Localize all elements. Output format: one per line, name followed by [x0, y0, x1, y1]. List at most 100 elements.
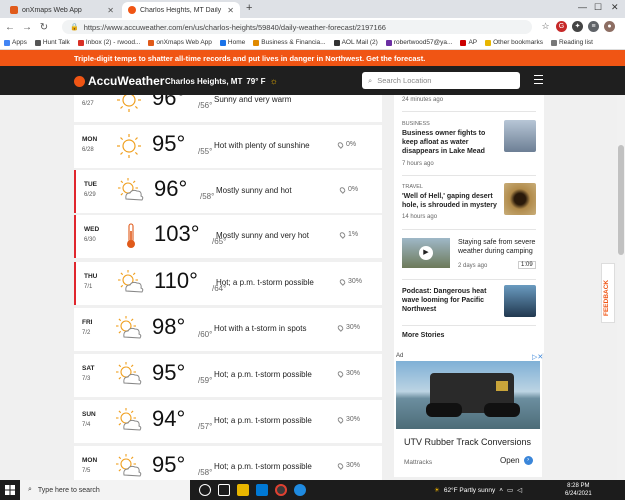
bookmark-label: Inbox (2) - rwood...: [85, 39, 141, 46]
precip-value: 30%: [346, 462, 361, 469]
high-temp: 95°: [152, 360, 186, 385]
browser-tab-accuweather[interactable]: Charlos Heights, MT Daily Weathe ✕: [122, 2, 240, 18]
precip-chance: 0%: [336, 140, 356, 149]
bookmark-favicon-icon: [485, 39, 492, 46]
cortana-icon[interactable]: [199, 484, 211, 496]
taskbar-clock[interactable]: 8:28 PM 6/24/2021: [565, 482, 592, 498]
bookmark-label: Other bookmarks: [493, 39, 543, 46]
forecast-day-row[interactable]: SAT 7/3 95° /59° Hot; a p.m. t-storm possibl…: [74, 354, 382, 397]
scrollbar-thumb[interactable]: [618, 145, 624, 255]
clock-date: 6/24/2021: [565, 491, 592, 497]
feedback-tab[interactable]: FEEDBACK: [601, 263, 615, 323]
browser-tab-onxmaps[interactable]: onXmaps Web App ✕: [4, 2, 120, 18]
extension-icon[interactable]: G: [556, 21, 567, 32]
back-icon[interactable]: ←: [3, 22, 17, 33]
bookmark-item[interactable]: Business & Financia...: [253, 39, 326, 46]
current-location[interactable]: Charlos Heights, MT 79° F ☼: [165, 76, 278, 86]
forward-icon[interactable]: →: [20, 22, 34, 33]
more-stories-link[interactable]: More Stories: [402, 332, 444, 339]
day-name: MON: [82, 136, 98, 143]
reload-icon[interactable]: ↻: [37, 22, 51, 33]
edge-icon[interactable]: [294, 484, 306, 496]
advertisement[interactable]: Ad ▷✕ UTV Rubber Track Conversions Mattr…: [394, 353, 543, 477]
new-tab-icon[interactable]: +: [246, 2, 252, 14]
volume-icon[interactable]: ◁: [517, 486, 522, 494]
bookmark-item[interactable]: AP: [460, 39, 477, 46]
menu-kebab-icon[interactable]: ⋮: [620, 21, 625, 32]
forecast-day-row[interactable]: WED 6/30 103°/65° Mostly sunny and very hot…: [74, 215, 382, 258]
search-icon: ⌕: [368, 75, 373, 85]
low-temp: /58°: [200, 192, 215, 201]
play-icon[interactable]: ▶: [419, 246, 433, 260]
bookmark-item[interactable]: Hunt Talk: [34, 39, 70, 46]
bookmark-label: Reading list: [558, 39, 593, 46]
video-thumbnail[interactable]: ▶: [402, 238, 450, 268]
divider: [402, 175, 536, 176]
low-temp: /60°: [198, 330, 213, 339]
file-explorer-icon[interactable]: [237, 484, 249, 496]
story-thumbnail[interactable]: [504, 183, 536, 215]
bookmark-item[interactable]: Apps: [4, 39, 27, 46]
bookmarks-bar: Apps Hunt Talk Inbox (2) - rwood... onXmaps…: [0, 36, 625, 50]
ad-title[interactable]: UTV Rubber Track Conversions: [404, 437, 531, 447]
ad-open-button[interactable]: Open ›: [500, 456, 533, 465]
day-name: MON: [82, 457, 98, 464]
forecast-day-row[interactable]: FRI 7/2 98° /60° Hot with a t-storm in spots…: [74, 308, 382, 351]
bookmark-item[interactable]: robertwood57@ya...: [385, 39, 452, 46]
maximize-icon[interactable]: ☐: [594, 2, 602, 13]
alert-banner[interactable]: Triple-digit temps to shatter all-time r…: [0, 50, 625, 66]
reading-mode-icon[interactable]: ≡: [588, 21, 599, 32]
bookmark-item[interactable]: Home: [219, 39, 245, 46]
close-window-icon[interactable]: ✕: [611, 2, 619, 13]
minimize-icon[interactable]: —: [578, 2, 587, 12]
location-search-input[interactable]: ⌕ Search Location: [362, 72, 520, 89]
story-headline[interactable]: Business owner fights to keep afloat as …: [402, 129, 502, 156]
forecast-day-row[interactable]: MON 7/5 95° /58° Hot; a p.m. t-storm possibl…: [74, 446, 382, 480]
current-temp: 79° F: [246, 76, 266, 86]
partly-sunny-icon: [114, 453, 144, 480]
forecast-day-row[interactable]: TUE 6/29 96° /58° Mostly sunny and hot 0%: [74, 170, 382, 213]
page-scrollbar[interactable]: [617, 95, 625, 480]
day-name: THU: [84, 273, 98, 280]
chrome-icon[interactable]: [275, 484, 287, 496]
bookmark-item[interactable]: AOL Mail (2): [333, 39, 378, 46]
close-tab-icon[interactable]: ✕: [227, 6, 234, 15]
bookmark-favicon-icon: [333, 39, 340, 46]
hamburger-menu-icon[interactable]: [534, 75, 543, 87]
bookmark-star-icon[interactable]: ☆: [540, 21, 551, 32]
windows-start-icon[interactable]: [0, 480, 20, 500]
story-thumbnail[interactable]: [504, 120, 536, 152]
logo-sun-icon: [74, 75, 85, 87]
bookmark-item[interactable]: onXmaps Web App: [148, 39, 212, 46]
forecast-day-row[interactable]: 6/27 96° /56° Sunny and very warm: [74, 95, 382, 122]
taskbar-search-input[interactable]: ⌕ Type here to search: [20, 480, 190, 500]
day-name: FRI: [82, 319, 93, 326]
ad-choices-icon[interactable]: ▷✕: [532, 353, 543, 361]
forecast-day-row[interactable]: MON 6/28 95° /55° Hot with plenty of sunshin…: [74, 125, 382, 168]
accuweather-logo[interactable]: AccuWeather: [74, 74, 164, 88]
story-headline[interactable]: 'Well of Hell,' gaping desert hole, is s…: [402, 192, 502, 210]
ad-image[interactable]: [396, 361, 540, 429]
story-headline[interactable]: Podcast: Dangerous heat wave looming for…: [402, 287, 502, 314]
windows-taskbar: ⌕ Type here to search ☀ 62°F Partly sunn…: [0, 480, 625, 500]
network-icon[interactable]: ▭: [507, 486, 513, 494]
story-headline[interactable]: Staying safe from severe weather during …: [458, 238, 538, 256]
low-temp: /56°: [198, 101, 213, 110]
weather-phrase: Hot with a t-storm in spots: [214, 324, 307, 333]
taskbar-weather[interactable]: 62°F Partly sunny: [444, 487, 495, 494]
bookmark-item[interactable]: Inbox (2) - rwood...: [77, 39, 141, 46]
precip-chance: 30%: [336, 415, 360, 424]
profile-avatar[interactable]: ●: [604, 21, 615, 32]
address-bar[interactable]: 🔒 https://www.accuweather.com/en/us/char…: [62, 20, 532, 34]
bookmark-item[interactable]: Other bookmarks: [485, 39, 543, 46]
close-tab-icon[interactable]: ✕: [107, 6, 114, 15]
extensions-puzzle-icon[interactable]: ✦: [572, 21, 583, 32]
forecast-day-row[interactable]: THU 7/1 110°/64° Hot; a p.m. t-storm possib…: [74, 262, 382, 305]
store-icon[interactable]: [256, 484, 268, 496]
bookmark-item[interactable]: Reading list: [550, 39, 593, 46]
chevron-up-icon[interactable]: ˄: [499, 487, 503, 494]
story-thumbnail[interactable]: [504, 285, 536, 317]
task-view-icon[interactable]: [218, 484, 230, 496]
precip-value: 30%: [346, 370, 361, 377]
forecast-day-row[interactable]: SUN 7/4 94° /57° Hot; a p.m. t-storm possibl…: [74, 400, 382, 443]
